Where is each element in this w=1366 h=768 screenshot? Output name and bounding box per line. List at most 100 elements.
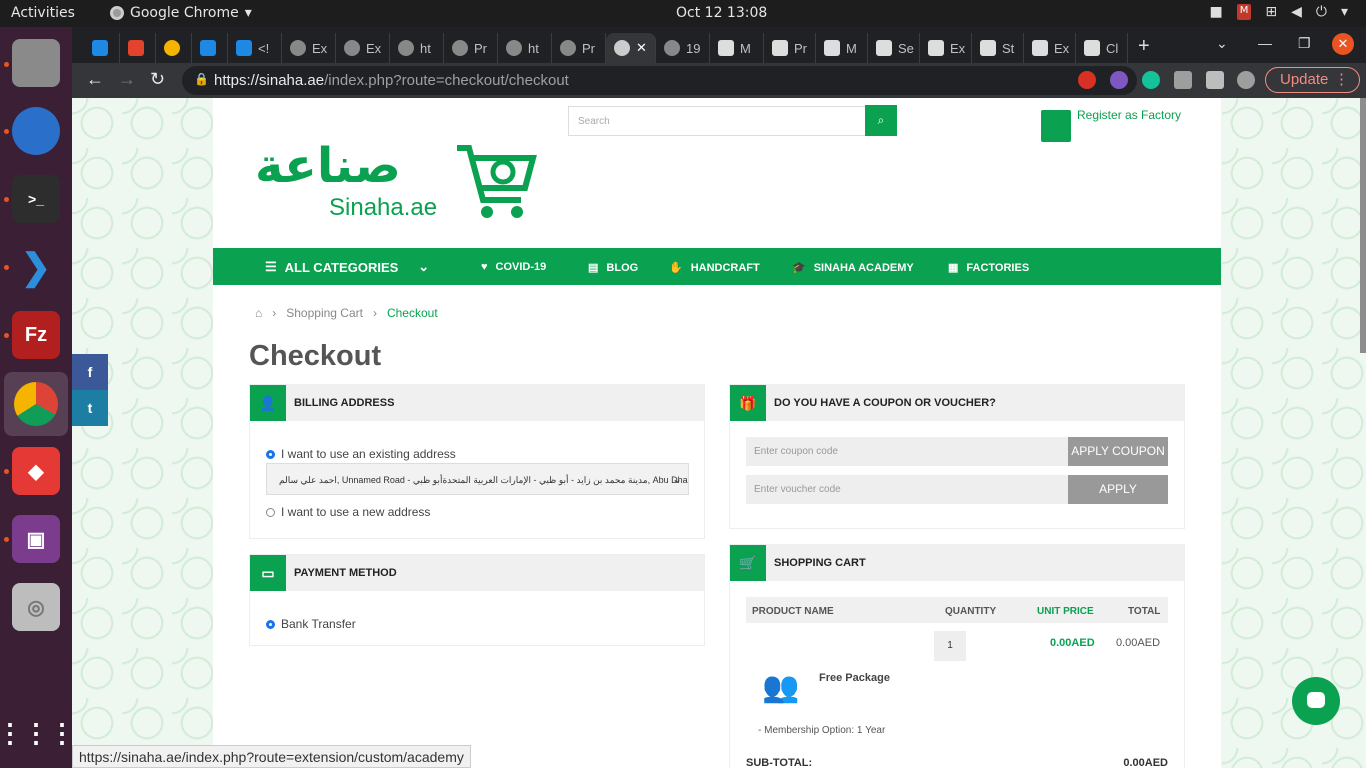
tab[interactable]: M [710, 33, 764, 63]
search-button[interactable]: ⌕ [865, 105, 897, 136]
nav-item-factories[interactable]: ▦ FACTORIES [948, 261, 1029, 275]
chevron-down-icon: ⌄ [671, 472, 682, 486]
system-tray[interactable]: ■ M ⊞ ◀ ⏻ ▾ [1210, 4, 1348, 20]
power-icon[interactable]: ⏻ [1316, 4, 1327, 20]
register-factory-link[interactable]: Register as Factory [1041, 108, 1181, 142]
bank-transfer-option[interactable]: Bank Transfer [266, 617, 356, 631]
nav-item-academy[interactable]: 🎓 SINAHA ACADEMY [792, 261, 914, 275]
app-grid-icon[interactable]: ⋮⋮⋮ [0, 709, 75, 757]
tab[interactable]: St [972, 33, 1024, 63]
tab[interactable] [156, 33, 192, 63]
profile-icon[interactable] [1237, 71, 1255, 89]
tab[interactable] [84, 33, 120, 63]
facebook-share-button[interactable]: f [72, 354, 108, 390]
clock[interactable]: Oct 12 13:08 [676, 5, 767, 21]
globe-icon [290, 40, 306, 56]
address-select[interactable]: احمد علي سالم, Unnamed Road - مدينة محمد… [266, 463, 689, 495]
tab[interactable]: M [816, 33, 868, 63]
maximize-button[interactable]: ❐ [1298, 35, 1311, 52]
reload-icon[interactable]: ↻ [150, 69, 165, 90]
breadcrumb-checkout[interactable]: Checkout [387, 306, 438, 320]
activities-button[interactable]: Activities [11, 5, 75, 21]
tab[interactable]: Pr [444, 33, 498, 63]
new-tab-button[interactable]: + [1138, 35, 1150, 58]
chat-button[interactable] [1292, 677, 1340, 725]
nav-item-blog[interactable]: ▤ BLOG [588, 261, 638, 275]
globe-icon [506, 40, 522, 56]
existing-address-radio[interactable] [266, 449, 275, 459]
tab[interactable]: Pr [552, 33, 606, 63]
tab[interactable]: Ex [282, 33, 336, 63]
close-window-button[interactable]: ✕ [1332, 33, 1354, 55]
nav-item-covid[interactable]: ♥ COVID-19 [481, 261, 546, 273]
cart-header: 🛒 SHOPPING CART [730, 545, 1184, 581]
tab[interactable] [120, 33, 156, 63]
filezilla-icon[interactable]: Fz [12, 311, 60, 359]
extension-icon[interactable] [1110, 71, 1128, 89]
lock-icon[interactable]: 🔒 [194, 72, 209, 86]
quantity-field[interactable]: 1 [934, 631, 966, 661]
chevron-down-icon[interactable]: ▾ [1341, 4, 1348, 20]
tab[interactable]: Ex [1024, 33, 1076, 63]
col-quantity: QUANTITY [945, 606, 997, 617]
app-menu[interactable]: Google Chrome ▾ [110, 5, 252, 21]
update-button[interactable]: Update ⋮ [1265, 67, 1360, 93]
tab[interactable]: Ex [336, 33, 390, 63]
apply-voucher-button[interactable]: APPLY VOUCHER [1068, 475, 1168, 525]
tab-title: Ex [366, 40, 382, 56]
tab[interactable]: ht [498, 33, 552, 63]
new-address-option[interactable]: I want to use a new address [266, 505, 430, 519]
volume-icon[interactable]: ◀ [1291, 4, 1302, 20]
close-icon[interactable]: ✕ [636, 40, 647, 56]
running-indicator [4, 129, 9, 134]
tab[interactable]: Se [868, 33, 920, 63]
new-address-radio[interactable] [266, 507, 275, 517]
twitter-icon: t [87, 400, 93, 416]
search-input[interactable]: Search [568, 106, 866, 136]
address-bar[interactable]: 🔒 https://sinaha.ae/index.php?route=chec… [182, 66, 1137, 95]
disc-icon[interactable]: ◎ [12, 583, 60, 631]
nav-item-handcraft[interactable]: ✋ HANDCRAFT [669, 261, 760, 275]
extension-icon[interactable] [1174, 71, 1192, 89]
back-icon[interactable]: ← [86, 69, 104, 90]
home-icon[interactable]: ⌂ [255, 306, 262, 320]
thunderbird-icon[interactable] [12, 107, 60, 155]
chrome-dock-item[interactable] [4, 372, 68, 436]
cart-icon [1032, 40, 1048, 56]
tab[interactable]: ht [390, 33, 444, 63]
video-icon[interactable]: ▣ [12, 515, 60, 563]
grammarly-icon[interactable] [1142, 71, 1160, 89]
globe-icon [398, 40, 414, 56]
apply-coupon-button[interactable]: APPLY COUPON [1068, 437, 1168, 466]
site-logo[interactable]: صناعة Sinaha.ae [255, 138, 545, 228]
bank-transfer-radio[interactable] [266, 619, 275, 629]
minimize-button[interactable]: — [1258, 35, 1272, 51]
all-categories-menu[interactable]: ☰ ALL CATEGORIES ⌄ [265, 259, 429, 275]
existing-address-option[interactable]: I want to use an existing address [266, 447, 456, 461]
files-icon[interactable] [12, 39, 60, 87]
chevron-down-icon: ▾ [244, 5, 252, 21]
twitter-share-button[interactable]: t [72, 390, 108, 426]
tab-search-icon[interactable]: ⌄ [1216, 35, 1228, 52]
camera-icon[interactable]: ■ [1210, 4, 1223, 20]
extension-icon[interactable] [1078, 71, 1096, 89]
tab[interactable]: 19 [656, 33, 710, 63]
tab[interactable]: Cl [1076, 33, 1128, 63]
tab[interactable]: Pr [764, 33, 816, 63]
product-name[interactable]: Free Package [819, 672, 890, 684]
terminal-icon[interactable]: >_ [12, 175, 60, 223]
scrollbar[interactable] [1360, 98, 1366, 353]
breadcrumb-shopping-cart[interactable]: Shopping Cart [286, 306, 363, 320]
tab[interactable]: <! [228, 33, 282, 63]
tab[interactable]: Ex [920, 33, 972, 63]
puzzle-icon[interactable] [1206, 71, 1224, 89]
network-icon[interactable]: ⊞ [1265, 4, 1277, 20]
tab[interactable] [192, 33, 228, 63]
vscode-icon[interactable]: ❯ [12, 243, 60, 291]
voucher-input[interactable]: Enter voucher code [746, 475, 1068, 504]
forward-icon[interactable]: → [118, 69, 136, 90]
indicator-icon[interactable]: M [1236, 4, 1252, 20]
anydesk-icon[interactable]: ◆ [12, 447, 60, 495]
tab-active[interactable]: ✕ [606, 33, 656, 63]
coupon-input[interactable]: Enter coupon code [746, 437, 1068, 466]
